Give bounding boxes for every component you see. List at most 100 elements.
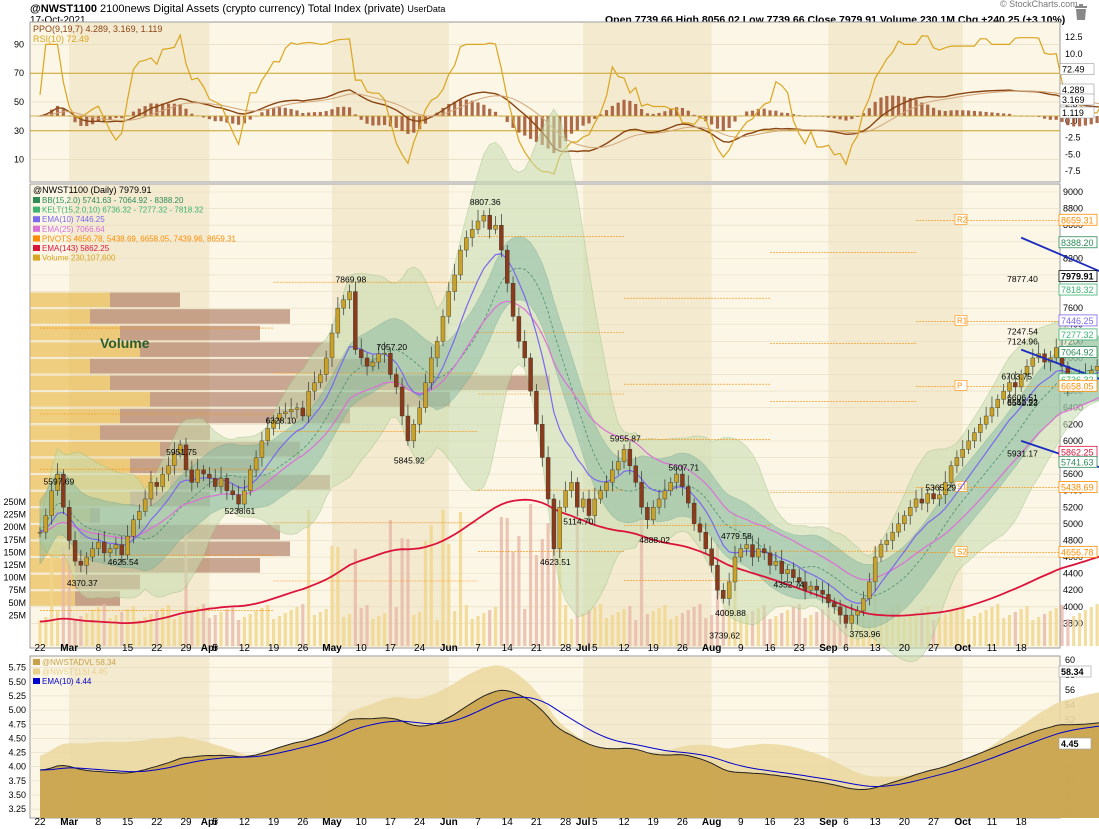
x-tick-label: 28 xyxy=(560,817,572,828)
candle-body xyxy=(756,548,761,558)
volume-bar xyxy=(382,613,387,646)
candle-body xyxy=(195,469,200,483)
candle-body xyxy=(639,482,644,508)
volume-bar xyxy=(657,608,661,646)
ppo-histogram-bar xyxy=(277,107,282,116)
legend-ppo: PPO(9,19,7) 4.289, 3.169, 1.119 xyxy=(33,24,162,34)
ppo-histogram-bar xyxy=(213,116,217,122)
x-tick-label: May xyxy=(322,643,342,654)
volume-by-price-bar-down xyxy=(140,342,330,357)
volume-bar xyxy=(972,616,977,646)
volume-bar xyxy=(120,612,124,646)
volume-bar xyxy=(359,608,363,646)
x-tick-label: May xyxy=(322,817,342,828)
candle-body xyxy=(563,490,568,508)
volume-bar xyxy=(604,618,609,646)
ppo-histogram-bar xyxy=(990,112,994,116)
volume-bar xyxy=(698,604,702,646)
candle-body xyxy=(341,299,346,309)
volume-bar xyxy=(1007,615,1012,646)
ppo-histogram-bar xyxy=(1095,116,1099,124)
volume-bar xyxy=(803,618,807,646)
volume-by-price-bar-up xyxy=(30,392,150,407)
volume-by-price-bar-up xyxy=(30,292,110,308)
pivot-label: S2 xyxy=(957,547,967,556)
candle-body xyxy=(773,560,779,566)
ppo-histogram-bar xyxy=(914,99,918,116)
ppo-histogram-bar xyxy=(587,116,591,124)
volume-by-price-bar-up xyxy=(30,358,90,374)
price-value-label: 8659.31 xyxy=(1061,215,1094,225)
volume-bar xyxy=(371,619,375,646)
candle-body xyxy=(429,357,434,384)
candle-body xyxy=(686,486,691,504)
candle-body xyxy=(283,411,288,414)
volume-tick-label: 225M xyxy=(3,510,26,520)
x-tick-label: 9 xyxy=(738,817,744,828)
price-annotation: 7247.54 xyxy=(1007,326,1038,336)
price-annotation: 5931.17 xyxy=(1007,449,1038,459)
ppo-histogram-bar xyxy=(926,104,930,116)
volume-bar xyxy=(505,518,509,646)
x-tick-label: Jun xyxy=(440,643,458,654)
volume-bar xyxy=(196,607,200,646)
volume-bar xyxy=(1025,606,1029,646)
ppo-histogram-bar xyxy=(616,102,620,116)
x-tick-label: Jul xyxy=(576,817,591,828)
volume-bar xyxy=(318,612,322,646)
volume-bar xyxy=(254,611,258,646)
ppo-histogram-bar xyxy=(382,116,387,125)
ppo-histogram-bar xyxy=(844,116,848,121)
volume-bar xyxy=(569,619,574,646)
ppo-histogram-bar xyxy=(669,109,673,116)
candle-body xyxy=(662,490,668,500)
x-tick-label: 16 xyxy=(764,817,776,828)
volume-bar xyxy=(680,613,685,646)
candle-body xyxy=(878,544,884,558)
volume-by-price-bar-up xyxy=(30,309,90,324)
x-tick-label: 15 xyxy=(122,643,134,654)
candle-body xyxy=(808,585,814,591)
legend-entry: EMA(143) 5862.25 xyxy=(42,244,110,253)
candle-body xyxy=(849,614,854,624)
legend-entry: EMA(25) 7066.64 xyxy=(42,225,105,234)
ppo-histogram-bar xyxy=(1054,116,1058,120)
candle-body xyxy=(615,461,621,471)
candle-body xyxy=(72,540,78,562)
ppo-histogram-bar xyxy=(663,111,667,116)
volume-tick-label: 75M xyxy=(8,585,26,595)
candle-body xyxy=(49,490,54,516)
pivot-label: R2 xyxy=(957,215,968,224)
y-tick-label-price: 7600 xyxy=(1063,303,1083,313)
y-tick-label-price: 5000 xyxy=(1063,519,1083,529)
ppo-histogram-bar xyxy=(873,101,877,116)
candle-body xyxy=(586,498,592,516)
price-value-label: 7277.32 xyxy=(1061,330,1094,340)
candle-body xyxy=(259,440,265,458)
x-tick-label: 10 xyxy=(356,817,368,828)
ppo-histogram-bar xyxy=(236,116,241,125)
candle-body xyxy=(323,357,329,375)
y-tick-label: 50 xyxy=(14,97,24,107)
candle-body xyxy=(78,560,84,566)
ppo-histogram-bar xyxy=(166,103,171,116)
candle-body xyxy=(785,569,790,574)
y-tick-label-price: 5200 xyxy=(1063,502,1083,512)
ppo-histogram-bar xyxy=(750,110,755,116)
volume-bar xyxy=(1002,618,1006,646)
x-tick-label: Mar xyxy=(60,817,78,828)
candle-body xyxy=(189,469,195,483)
candle-body xyxy=(598,490,603,500)
x-tick-label: 17 xyxy=(385,643,397,654)
x-tick-label: 5 xyxy=(592,643,598,654)
candle-body xyxy=(84,556,89,566)
volume-bar xyxy=(669,619,673,646)
volume-bar xyxy=(96,607,101,646)
ppo-histogram-bar xyxy=(937,110,941,116)
candle-body xyxy=(528,357,533,392)
x-tick-label: Mar xyxy=(60,643,78,654)
ppo-histogram-bar xyxy=(312,112,317,116)
ppo-histogram-bar xyxy=(762,108,766,116)
volume-bar xyxy=(1072,616,1076,646)
y-tick-label-right: -7.5 xyxy=(1065,166,1081,176)
